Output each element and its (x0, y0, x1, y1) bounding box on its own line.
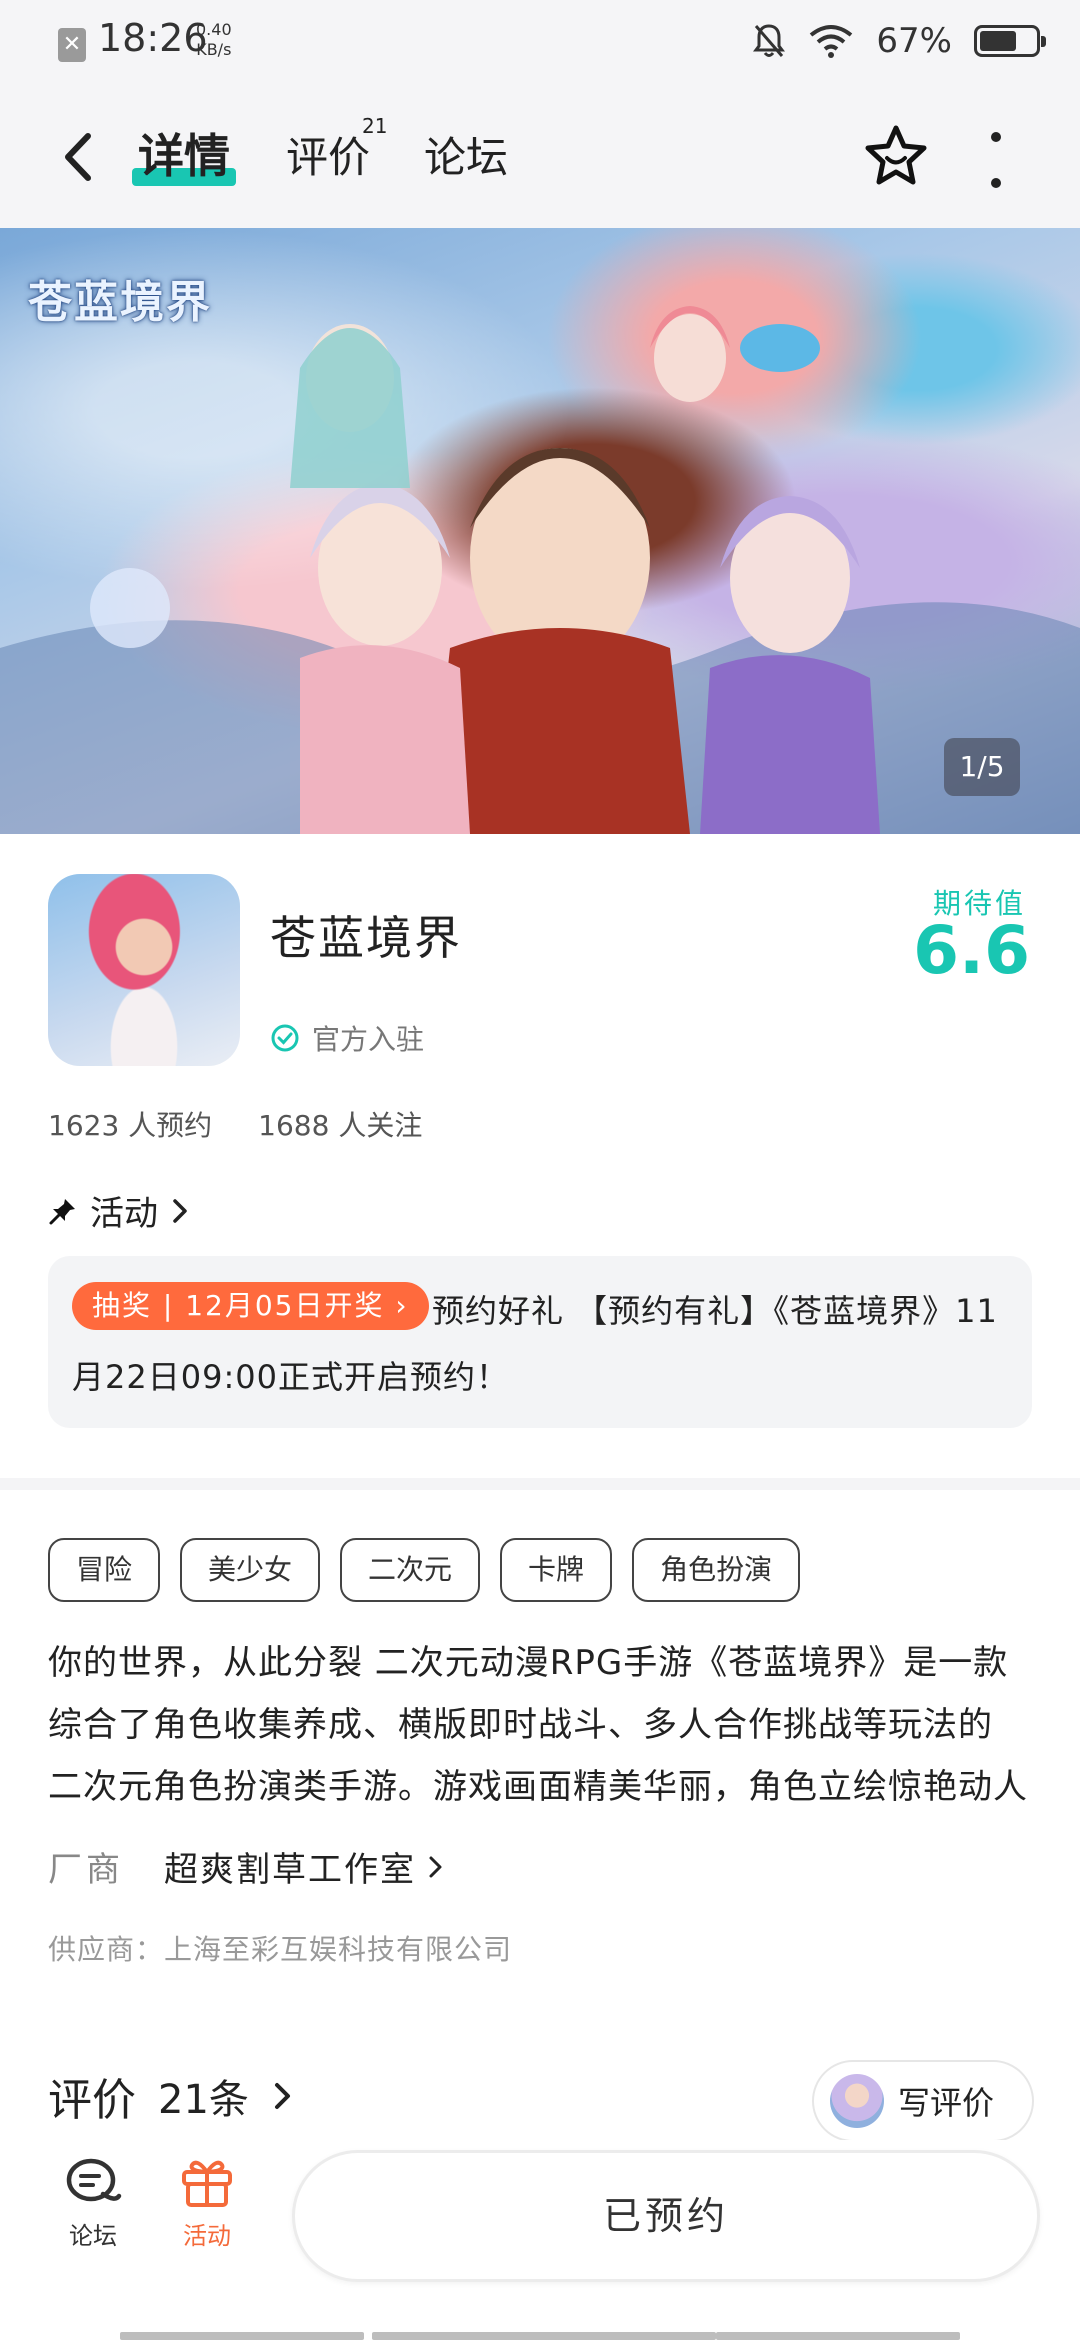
tag-anime[interactable]: 二次元 (340, 1538, 481, 1602)
network-speed: 0.40 KB/s (196, 20, 232, 60)
network-speed-unit: KB/s (196, 40, 232, 59)
verified-label: 官方入驻 (312, 1023, 425, 1056)
activity-card[interactable]: 预约好礼 【预约有礼】《苍蓝境界》11月22日09:00正式开启预约！ 抽奖 |… (48, 1256, 1032, 1428)
tab-details-label: 详情 (138, 129, 230, 183)
mute-icon (753, 24, 786, 57)
activity-section-header[interactable]: 活动 (48, 1186, 190, 1235)
nav-activity-label: 活动 (183, 2222, 231, 2250)
section-divider (0, 1478, 1080, 1490)
network-speed-value: 0.40 (196, 20, 232, 39)
battery-percent: 67% (876, 21, 952, 61)
reserved-button[interactable]: 已预约 (292, 2150, 1040, 2282)
vendor-name: 超爽割草工作室 (164, 1850, 416, 1890)
battery-fill (980, 31, 1017, 51)
description-line-2: 综合了角色收集养成、横版即时战斗、多人合作挑战等玩法的 (48, 1705, 993, 1745)
tab-details[interactable]: 详情 (138, 120, 230, 186)
reviews-count: 21条 (158, 2077, 249, 2123)
reviews-section-header[interactable]: 评价 21条 (48, 2064, 295, 2128)
wifi-icon (810, 25, 853, 58)
check-circle-icon (271, 1024, 299, 1052)
status-bar: ✕ 18:26 0.40 KB/s 67% (0, 0, 1080, 82)
gesture-bar-segment (120, 2332, 364, 2340)
tag-card[interactable]: 卡牌 (500, 1538, 613, 1602)
header: 详情 评价 21 论坛 (0, 82, 1080, 228)
favorite-star-icon[interactable] (862, 122, 930, 190)
tab-reviews-label: 评价 (286, 133, 371, 182)
user-avatar (830, 2074, 884, 2128)
tab-forum[interactable]: 论坛 (424, 124, 508, 185)
game-description[interactable]: 你的世界，从此分裂 二次元动漫RPG手游《苍蓝境界》是一款 综合了角色收集养成、… (48, 1632, 1032, 1818)
tag-rpg[interactable]: 角色扮演 (632, 1538, 801, 1602)
tab-forum-label: 论坛 (424, 133, 509, 182)
status-icons: 67% (752, 18, 1046, 64)
expectation-score: 6.6 (913, 912, 1030, 989)
vendor-link[interactable]: 厂商 超爽割草工作室 (48, 1842, 448, 1891)
activity-heading: 活动 (90, 1194, 158, 1234)
chevron-right-icon (429, 1856, 442, 1877)
battery-icon (974, 25, 1046, 57)
forum-chat-icon (66, 2158, 122, 2202)
tag-adventure[interactable]: 冒险 (48, 1538, 161, 1602)
tag-list: 冒险 美少女 二次元 卡牌 角色扮演 (48, 1538, 801, 1602)
reservation-count: 1623 人预约 (48, 1109, 213, 1142)
nav-activity[interactable]: 活动 (162, 2156, 252, 2251)
more-options-icon[interactable] (980, 132, 1012, 188)
bottom-action-bar: 论坛 活动 已预约 (0, 2140, 1080, 2340)
follower-count: 1688 人关注 (258, 1109, 423, 1142)
verified-badge: 官方入驻 (270, 1018, 424, 1058)
tab-reviews[interactable]: 评价 (286, 124, 370, 185)
nav-forum[interactable]: 论坛 (48, 2156, 138, 2251)
reviews-title: 评价 (48, 2075, 136, 2126)
chevron-right-icon (173, 1198, 187, 1223)
gesture-bar-segment (372, 2332, 716, 2340)
clock: 18:26 (98, 16, 208, 60)
write-review-label: 写评价 (898, 2084, 995, 2122)
gift-icon (182, 2160, 232, 2207)
pin-icon (49, 1198, 75, 1224)
nav-forum-label: 论坛 (69, 2222, 117, 2250)
write-review-button[interactable]: 写评价 (812, 2060, 1034, 2142)
app-stats: 1623 人预约 1688 人关注 (48, 1104, 422, 1144)
lottery-badge[interactable]: 抽奖 | 12月05日开奖 › (72, 1282, 429, 1330)
chevron-right-icon (274, 2083, 290, 2109)
app-icon (48, 874, 240, 1066)
game-banner[interactable]: 苍蓝境界 1/5 (0, 228, 1080, 834)
notification-close-icon: ✕ (58, 28, 86, 62)
tag-bishoujo[interactable]: 美少女 (180, 1538, 321, 1602)
vendor-label: 厂商 (48, 1850, 124, 1890)
description-line-3: 二次元角色扮演类手游。游戏画面精美华丽，角色立绘惊艳动人 (48, 1767, 1028, 1807)
banner-page-counter: 1/5 (944, 738, 1020, 796)
supplier-info: 供应商：上海至彩互娱科技有限公司 (48, 1933, 513, 1966)
description-line-1: 你的世界，从此分裂 二次元动漫RPG手游《苍蓝境界》是一款 (48, 1643, 1009, 1683)
app-name: 苍蓝境界 (270, 911, 462, 965)
back-button[interactable] (50, 122, 106, 192)
banner-logo-text: 苍蓝境界 (28, 277, 212, 328)
gesture-bar-segment (716, 2332, 960, 2340)
